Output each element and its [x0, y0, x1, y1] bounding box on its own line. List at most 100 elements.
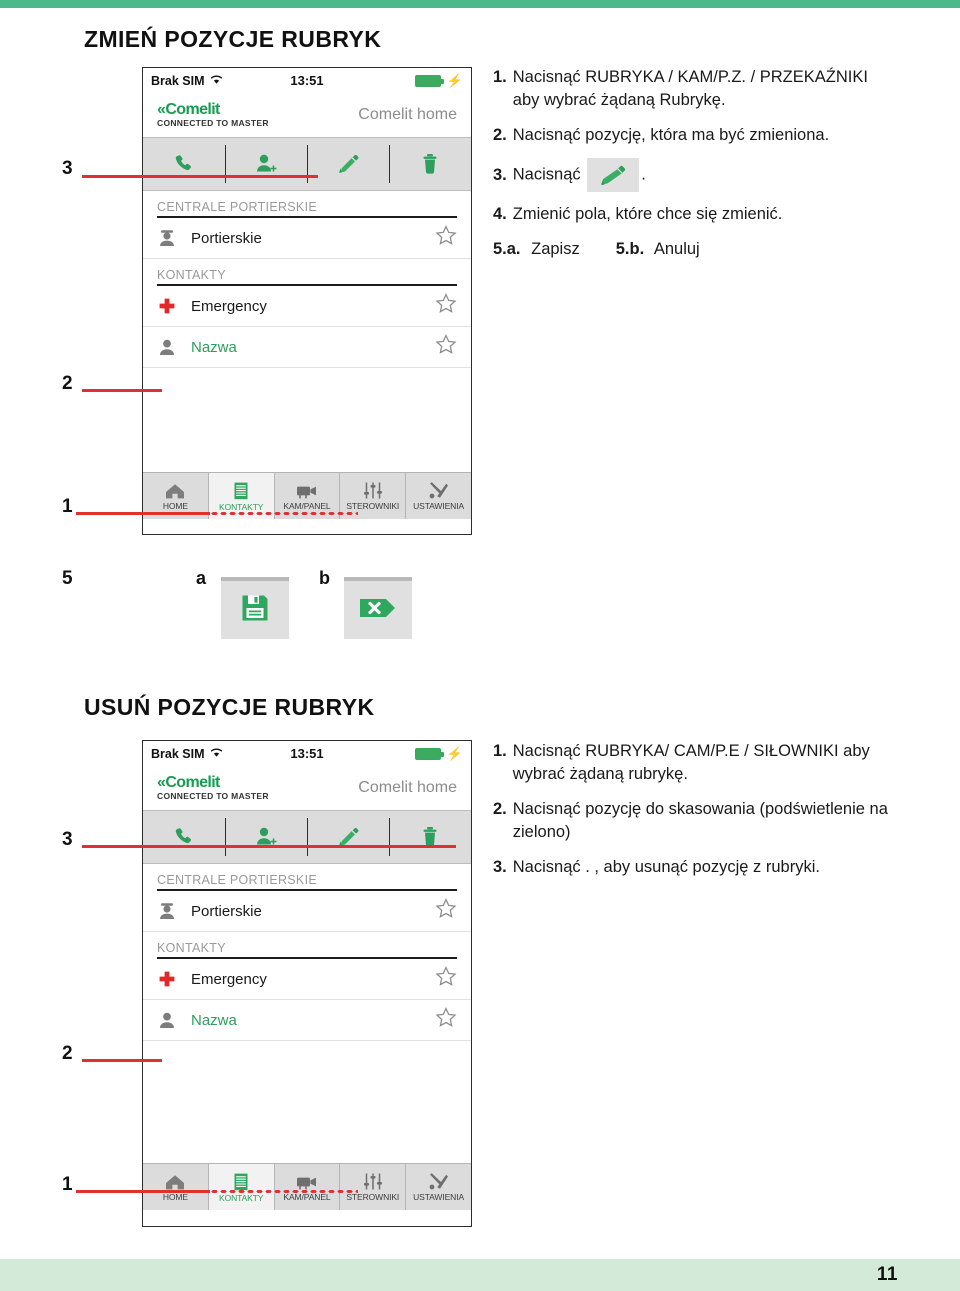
person-icon	[157, 1010, 187, 1030]
connection-status-label: CONNECTED TO MASTER	[157, 791, 269, 802]
action-toolbar	[143, 137, 471, 191]
callout-line-1	[76, 1190, 210, 1193]
nav-item-kontakty[interactable]: KONTAKTY	[208, 1164, 275, 1210]
callout-number-3: 3	[62, 158, 73, 179]
nav-item-ustawienia[interactable]: USTAWIENIA	[406, 473, 471, 519]
instruction-text-after: .	[641, 165, 646, 184]
save-button[interactable]	[221, 577, 289, 639]
save-floppy-icon	[240, 593, 270, 628]
instruction-number: 1.	[493, 742, 507, 760]
instruction-number: 5.a.	[493, 239, 521, 258]
instruction-number: 3.	[493, 857, 507, 876]
list-item-label: Portierskie	[191, 902, 262, 920]
star-outline-icon[interactable]	[435, 293, 457, 319]
list-item-label: Nazwa	[191, 1011, 237, 1029]
nav-label: HOME	[162, 500, 188, 511]
nav-label: STEROWNIKI	[346, 501, 400, 511]
instruction-text: Nacisnąć pozycję do skasowania (podświet…	[512, 799, 888, 842]
nav-label: KONTAKTY	[219, 1192, 264, 1203]
callout-line-2	[82, 1059, 162, 1062]
red-cross-icon	[157, 969, 187, 989]
group-header-centrale: CENTRALE PORTIERSKIE	[157, 873, 317, 887]
wifi-icon	[210, 74, 223, 88]
callout-line-3	[82, 845, 456, 848]
instruction-number: 4.	[493, 205, 507, 224]
action-toolbar	[143, 810, 471, 864]
callout-number-1: 1	[62, 496, 73, 517]
phone-mockup-change: Brak SIM 13:51 ⚡ «Comelit CONNECTED TO M…	[142, 67, 472, 535]
bottom-nav-bar: HOME KONTAKTY KAM/PANEL STEROWNIKI USTAW…	[143, 1163, 471, 1210]
carrier-label: Brak SIM	[151, 73, 205, 88]
list-item-label: Emergency	[191, 970, 267, 988]
list-empty-space	[143, 368, 471, 472]
call-icon[interactable]	[143, 811, 225, 863]
instruction-text: Nacisnąć	[512, 165, 581, 184]
nav-item-home[interactable]: HOME	[143, 1164, 209, 1210]
list-item-emergency[interactable]: Emergency	[143, 286, 471, 327]
button-letter-a: a	[196, 568, 207, 588]
wifi-icon	[210, 747, 223, 761]
star-outline-icon[interactable]	[435, 334, 457, 360]
app-title: Comelit home	[358, 106, 457, 123]
nav-item-ustawienia[interactable]: USTAWIENIA	[406, 1164, 471, 1210]
list-item-emergency[interactable]: Emergency	[143, 959, 471, 1000]
nav-item-sterowniki[interactable]: STEROWNIKI	[340, 1164, 407, 1210]
star-outline-icon[interactable]	[435, 225, 457, 251]
instruction-number: 2.	[493, 125, 507, 144]
nav-label: STEROWNIKI	[346, 1192, 400, 1202]
callout-number-1: 1	[62, 1174, 73, 1195]
trash-icon[interactable]	[389, 138, 471, 190]
section-title-change: ZMIEŃ POZYCJE RUBRYK	[84, 26, 382, 52]
pencil-icon[interactable]	[307, 811, 389, 863]
add-contact-icon[interactable]	[225, 138, 307, 190]
carrier-label: Brak SIM	[151, 746, 205, 761]
trash-icon[interactable]	[389, 811, 471, 863]
nav-label: USTAWIENIA	[413, 1192, 465, 1202]
list-empty-space	[143, 1041, 471, 1163]
logo-text: Comelit	[165, 773, 220, 791]
nav-label: KONTAKTY	[219, 501, 264, 512]
instruction-item: 1. Nacisnąć RUBRYKA/ CAM/P.E / SIŁOWNIKI…	[493, 740, 893, 787]
callout-number-2: 2	[62, 1043, 73, 1064]
instruction-text: Nacisnąć RUBRYKA/ CAM/P.E / SIŁOWNIKI ab…	[512, 742, 870, 784]
instruction-text: Nacisnąć RUBRYKA / KAM/P.Z. / PRZEKAŹNIK…	[512, 68, 868, 110]
star-outline-icon[interactable]	[435, 966, 457, 992]
contact-list: CENTRALE PORTIERSKIE Portierskie KONTAKT…	[143, 864, 471, 1163]
battery-charging-icon: ⚡	[414, 74, 463, 87]
instruction-number: 2.	[493, 799, 507, 818]
list-item-portierskie[interactable]: Portierskie	[143, 891, 471, 932]
instruction-text: Zapisz	[531, 239, 580, 258]
comelit-logo: «Comelit	[157, 101, 269, 119]
callout-number-2: 2	[62, 373, 73, 394]
instruction-number-b: 5.b.	[615, 239, 645, 258]
star-outline-icon[interactable]	[435, 898, 457, 924]
connection-status-label: CONNECTED TO MASTER	[157, 118, 269, 129]
call-icon[interactable]	[143, 138, 225, 190]
nav-label: HOME	[162, 1191, 188, 1202]
add-contact-icon[interactable]	[225, 811, 307, 863]
battery-charging-icon: ⚡	[414, 747, 463, 760]
instruction-number: 3.	[493, 165, 507, 184]
callout-line-1	[76, 512, 210, 515]
contact-list: CENTRALE PORTIERSKIE Portierskie KONTAKT…	[143, 191, 471, 472]
group-header-centrale: CENTRALE PORTIERSKIE	[157, 200, 317, 214]
instruction-text-b: Anuluj	[653, 239, 700, 258]
list-item-nazwa[interactable]: Nazwa	[143, 1000, 471, 1041]
instruction-item: 4. Zmienić pola, które chce się zmienić.	[493, 203, 893, 226]
star-outline-icon[interactable]	[435, 1007, 457, 1033]
cancel-arrow-x-icon	[358, 595, 398, 626]
nav-item-kam-panel[interactable]: KAM/PANEL	[275, 1164, 341, 1210]
cancel-button[interactable]	[344, 577, 412, 639]
instruction-item: 2. Nacisnąć pozycję, która ma być zmieni…	[493, 124, 893, 147]
group-header-kontakty: KONTAKTY	[157, 268, 226, 282]
list-item-label: Emergency	[191, 297, 267, 315]
red-cross-icon	[157, 296, 187, 316]
instructions-delete: 1. Nacisnąć RUBRYKA/ CAM/P.E / SIŁOWNIKI…	[493, 740, 893, 890]
list-item-portierskie[interactable]: Portierskie	[143, 218, 471, 259]
comelit-logo: «Comelit	[157, 773, 269, 792]
list-item-nazwa[interactable]: Nazwa	[143, 327, 471, 368]
nav-label: KAM/PANEL	[283, 1191, 331, 1202]
callout-number-5: 5	[62, 568, 73, 589]
pencil-icon[interactable]	[307, 138, 389, 190]
instructions-change: 1. Nacisnąć RUBRYKA / KAM/P.Z. / PRZEKAŹ…	[493, 66, 893, 272]
